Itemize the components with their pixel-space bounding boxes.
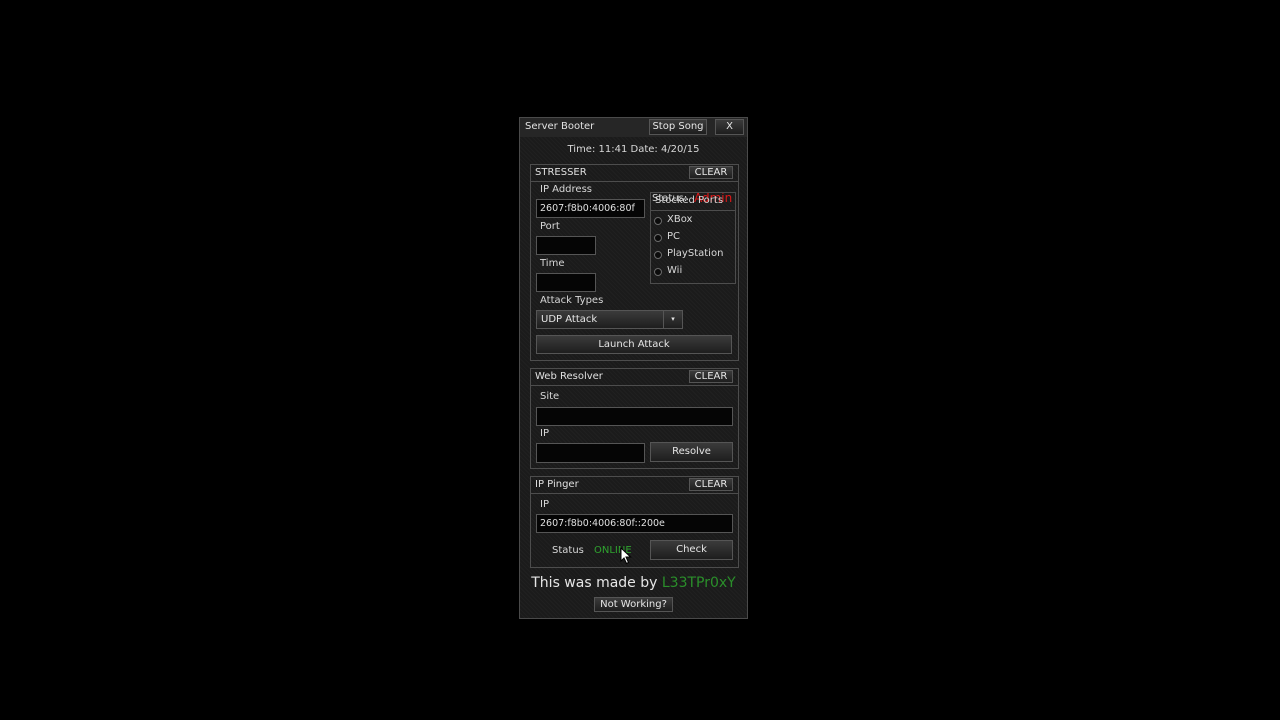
site-input[interactable] <box>536 407 733 426</box>
check-button[interactable]: Check <box>650 540 733 560</box>
datetime-label: Time: 11:41 Date: 4/20/15 <box>567 144 700 155</box>
pinger-ip-label: IP <box>540 499 549 510</box>
ip-address-input[interactable] <box>536 199 645 218</box>
chevron-down-icon: ▾ <box>671 315 675 323</box>
title-bar[interactable]: Server Booter Stop Song X <box>520 118 747 137</box>
port-label: Port <box>540 221 560 232</box>
web-resolver-title: Web Resolver <box>535 371 603 382</box>
wii-radio[interactable] <box>654 268 662 276</box>
ip-pinger-panel: IP Pinger CLEAR IP Status ONLINE Check <box>530 476 739 568</box>
wii-label: Wii <box>667 265 683 276</box>
pinger-ip-input[interactable] <box>536 514 733 533</box>
ip-pinger-clear-button[interactable]: CLEAR <box>689 478 733 491</box>
web-resolver-header: Web Resolver CLEAR <box>531 369 738 386</box>
window-title: Server Booter <box>525 121 595 132</box>
time-input[interactable] <box>536 273 596 292</box>
resolver-ip-input[interactable] <box>536 443 645 463</box>
ip-pinger-title: IP Pinger <box>535 479 579 490</box>
web-resolver-clear-button[interactable]: CLEAR <box>689 370 733 383</box>
pc-radio[interactable] <box>654 234 662 242</box>
attack-type-value[interactable]: UDP Attack <box>536 310 664 329</box>
stresser-panel: STRESSER CLEAR IP Address Port Time Stat… <box>530 164 739 361</box>
pinger-status-label: Status <box>552 545 584 556</box>
time-label: Time <box>540 258 565 269</box>
stocked-ports-header: Stocked Ports <box>651 193 735 211</box>
web-resolver-panel: Web Resolver CLEAR Site IP Resolve <box>530 368 739 469</box>
pc-label: PC <box>667 231 681 242</box>
stresser-header: STRESSER CLEAR <box>531 165 738 182</box>
xbox-radio[interactable] <box>654 217 662 225</box>
stresser-clear-button[interactable]: CLEAR <box>689 166 733 179</box>
playstation-radio[interactable] <box>654 251 662 259</box>
stop-song-button[interactable]: Stop Song <box>649 119 707 135</box>
ip-pinger-header: IP Pinger CLEAR <box>531 477 738 494</box>
port-input[interactable] <box>536 236 596 255</box>
stresser-title: STRESSER <box>535 167 587 178</box>
site-label: Site <box>540 391 560 402</box>
server-booter-window: Server Booter Stop Song X Time: 11:41 Da… <box>519 117 748 619</box>
ip-address-label: IP Address <box>540 184 592 195</box>
mouse-cursor-icon <box>620 547 632 565</box>
close-button[interactable]: X <box>715 119 744 135</box>
credits-author: L33TPr0xY <box>661 575 736 591</box>
resolver-ip-label: IP <box>540 428 549 439</box>
credits-line: This was made by L33TPr0xY <box>520 575 747 591</box>
launch-attack-button[interactable]: Launch Attack <box>536 335 732 354</box>
stocked-ports-box: Stocked Ports XBox PC PlayStation Wii <box>650 192 736 284</box>
xbox-label: XBox <box>667 214 693 225</box>
credits-prefix: This was made by <box>531 575 658 591</box>
stocked-ports-title: Stocked Ports <box>655 195 724 206</box>
resolve-button[interactable]: Resolve <box>650 442 733 462</box>
playstation-label: PlayStation <box>667 248 724 259</box>
attack-type-dropdown[interactable]: ▾ <box>663 310 683 329</box>
attack-types-label: Attack Types <box>540 295 604 306</box>
not-working-button[interactable]: Not Working? <box>594 597 673 612</box>
